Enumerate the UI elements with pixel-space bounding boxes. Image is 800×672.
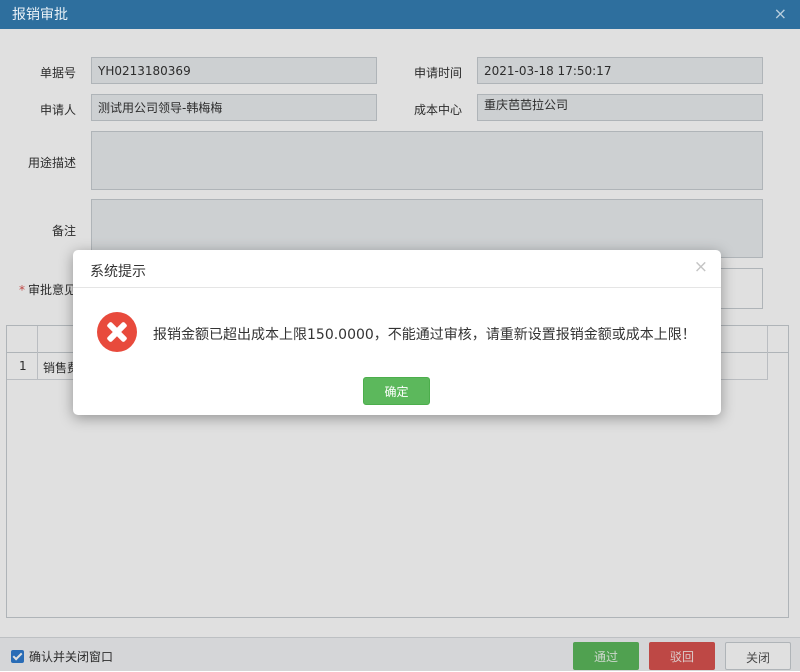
required-mark: * [18,283,25,297]
apply-time-field[interactable]: 2021-03-18 17:50:17 [477,57,763,84]
footer-bar: 确认并关闭窗口 通过 驳回 关闭 [0,637,800,671]
error-icon [97,312,137,352]
remark-label: 备注 [51,224,76,238]
reject-button[interactable]: 驳回 [649,642,715,670]
dialog-title: 系统提示 [90,264,146,280]
system-alert-dialog: 系统提示 × 报销金额已超出成本上限150.0000，不能通过审核，请重新设置报… [73,250,721,415]
apply-time-label: 申请时间 [413,66,462,80]
window-title: 报销审批 [12,7,68,23]
window-titlebar: 报销审批 × [0,0,800,29]
grid-col-separator [767,326,768,380]
confirm-close-checkbox[interactable] [11,650,24,663]
approval-opinion-text: 审批意见 [27,283,76,297]
window-close-icon[interactable]: × [774,4,787,23]
doc-no-label: 单据号 [39,66,76,80]
purpose-label: 用途描述 [27,156,76,170]
dialog-header: 系统提示 × [73,250,721,288]
dialog-message: 报销金额已超出成本上限150.0000，不能通过审核，请重新设置报销金额或成本上… [153,327,696,343]
dialog-close-icon[interactable]: × [694,257,708,277]
close-button[interactable]: 关闭 [725,642,791,670]
applicant-field[interactable]: 测试用公司领导-韩梅梅 [91,94,377,121]
pass-button[interactable]: 通过 [573,642,639,670]
doc-no-field[interactable]: YH0213180369 [91,57,377,84]
applicant-label: 申请人 [39,103,76,117]
confirm-close-label[interactable]: 确认并关闭窗口 [29,648,113,665]
purpose-textarea[interactable] [91,131,763,190]
ok-button[interactable]: 确定 [363,377,430,405]
approval-opinion-label: * 审批意见 [10,281,76,298]
cost-center-label: 成本中心 [413,103,462,117]
row-index: 1 [19,359,27,373]
cost-center-field[interactable]: 重庆芭芭拉公司 [477,94,763,121]
